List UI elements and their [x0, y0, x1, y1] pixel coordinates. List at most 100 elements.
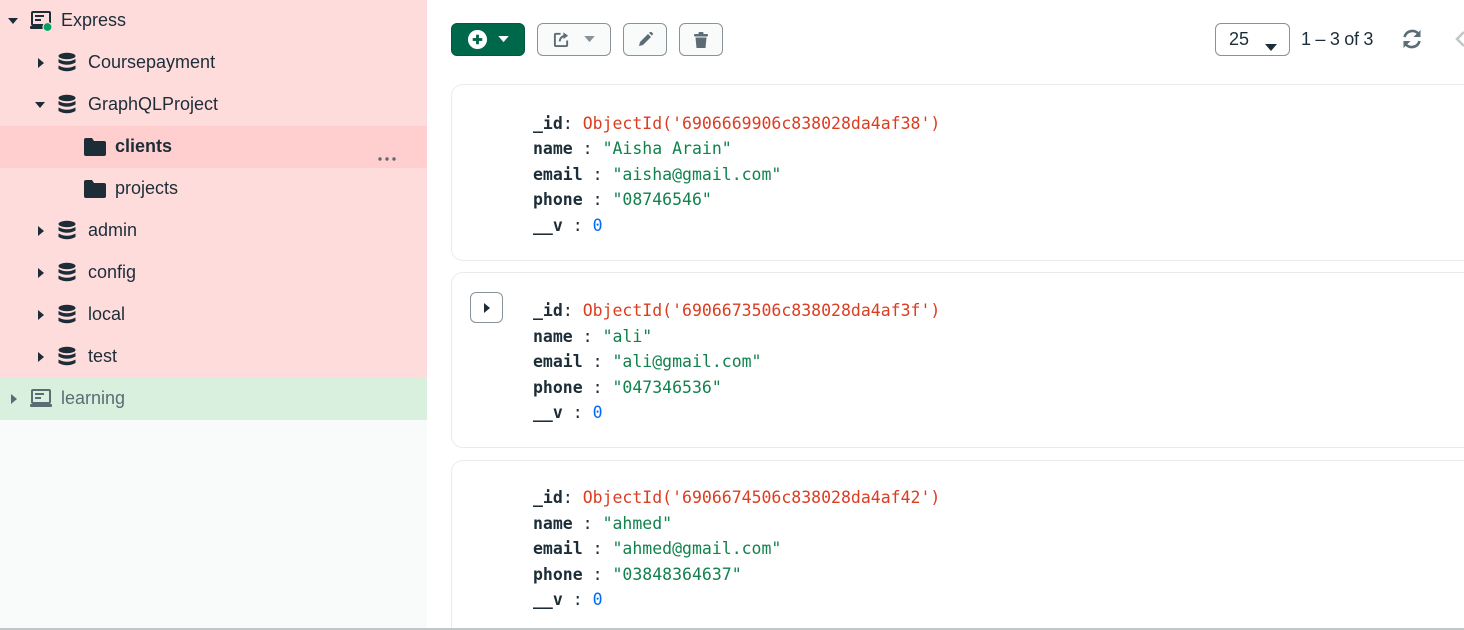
field-value[interactable]: "03848364637"	[612, 565, 741, 584]
pagination-text: 1 – 3 of 3	[1301, 29, 1374, 49]
field-key: phone	[533, 190, 583, 209]
field-separator: :	[562, 301, 583, 320]
field-key: phone	[533, 565, 583, 584]
field-value[interactable]: "047346536"	[612, 378, 721, 397]
database-config[interactable]: config	[0, 252, 427, 294]
caret-right-icon[interactable]	[35, 309, 47, 321]
field-key: name	[533, 514, 573, 533]
field-value[interactable]: "08746546"	[612, 190, 711, 209]
field-separator: :	[582, 190, 613, 209]
export-button[interactable]	[537, 23, 611, 56]
field-value[interactable]: "aisha@gmail.com"	[612, 165, 781, 184]
expand-document-button[interactable]	[470, 292, 503, 323]
laptop-icon	[30, 10, 54, 33]
folder-icon	[84, 180, 106, 198]
database-label: config	[88, 262, 137, 282]
delete-button[interactable]	[679, 23, 723, 56]
field-separator: :	[562, 403, 593, 422]
document-card[interactable]: _id: ObjectId('6906669906c838028da4af38'…	[451, 84, 1464, 261]
field-separator: :	[562, 590, 593, 609]
field-email: email : "ali@gmail.com"	[533, 351, 762, 373]
collection-label: clients	[115, 136, 173, 156]
field-value[interactable]: ObjectId('6906674506c838028da4af42')	[583, 488, 941, 507]
caret-right-icon	[483, 302, 491, 313]
field-key: email	[533, 352, 583, 371]
database-icon	[57, 220, 77, 242]
field-key: email	[533, 539, 583, 558]
field-value[interactable]: ObjectId('6906669906c838028da4af38')	[583, 114, 941, 133]
database-icon	[57, 346, 77, 368]
field-key: name	[533, 139, 573, 158]
database-icon	[57, 304, 77, 326]
ellipsis-icon[interactable]	[378, 145, 396, 161]
collection-label: projects	[115, 178, 179, 198]
caret-down-icon[interactable]	[7, 15, 19, 27]
database-admin[interactable]: admin	[0, 210, 427, 252]
field-email: email : "ahmed@gmail.com"	[533, 538, 781, 560]
field-id: _id: ObjectId('6906673506c838028da4af3f'…	[533, 300, 940, 322]
export-icon	[553, 31, 570, 48]
field-separator: :	[582, 378, 613, 397]
connection-learning[interactable]: learning	[0, 378, 427, 420]
field-name: name : "ahmed"	[533, 513, 672, 535]
document-card[interactable]: _id: ObjectId('6906673506c838028da4af3f'…	[451, 272, 1464, 448]
caret-down-icon[interactable]	[34, 99, 46, 111]
database-graphqlproject[interactable]: GraphQLProject	[0, 84, 427, 126]
field-value[interactable]: "ahmed@gmail.com"	[612, 539, 781, 558]
edit-button[interactable]	[623, 23, 667, 56]
connection-label: Express	[61, 10, 127, 30]
field-separator: :	[562, 488, 583, 507]
collection-clients[interactable]: clients	[0, 126, 427, 168]
caret-right-icon[interactable]	[35, 267, 47, 279]
database-icon	[57, 52, 77, 74]
chevron-down-icon	[498, 36, 509, 43]
refresh-icon[interactable]	[1400, 27, 1424, 51]
field-value[interactable]: "ali"	[603, 327, 653, 346]
field-key: _id	[533, 488, 563, 507]
field-id: _id: ObjectId('6906674506c838028da4af42'…	[533, 487, 940, 509]
document-card[interactable]: _id: ObjectId('6906674506c838028da4af42'…	[451, 460, 1464, 630]
database-local[interactable]: local	[0, 294, 427, 336]
field-separator: :	[582, 352, 613, 371]
previous-page-icon[interactable]	[1455, 30, 1464, 48]
trash-icon	[692, 31, 710, 49]
field-value[interactable]: "ahmed"	[603, 514, 673, 533]
field-value[interactable]: ObjectId('6906673506c838028da4af3f')	[583, 301, 941, 320]
field-separator: :	[572, 514, 603, 533]
field-value[interactable]: 0	[593, 403, 603, 422]
field-key: __v	[533, 216, 563, 235]
page-size-select[interactable]: 25	[1215, 23, 1290, 56]
database-label: GraphQLProject	[88, 94, 219, 114]
database-test[interactable]: test	[0, 336, 427, 378]
database-coursepayment[interactable]: Coursepayment	[0, 42, 427, 84]
connection-label: learning	[61, 388, 126, 408]
add-data-button[interactable]	[451, 23, 525, 56]
database-icon	[57, 94, 77, 116]
field-key: __v	[533, 403, 563, 422]
caret-right-icon[interactable]	[35, 351, 47, 363]
page-size-value: 25	[1229, 29, 1250, 49]
field-key: phone	[533, 378, 583, 397]
database-label: test	[88, 346, 118, 366]
field-value[interactable]: 0	[593, 216, 603, 235]
laptop-icon	[30, 388, 54, 410]
field-version: __v : 0	[533, 589, 603, 611]
field-separator: :	[582, 539, 613, 558]
chevron-down-icon	[584, 36, 595, 43]
field-key: email	[533, 165, 583, 184]
field-value[interactable]: "ali@gmail.com"	[612, 352, 761, 371]
plus-circle-icon	[467, 29, 488, 50]
caret-right-icon[interactable]	[35, 225, 47, 237]
caret-right-icon[interactable]	[35, 57, 47, 69]
field-value[interactable]: "Aisha Arain"	[603, 139, 732, 158]
caret-right-icon[interactable]	[8, 393, 20, 405]
field-separator: :	[582, 565, 613, 584]
connection-express[interactable]: Express	[0, 0, 427, 42]
field-value[interactable]: 0	[593, 590, 603, 609]
field-email: email : "aisha@gmail.com"	[533, 164, 781, 186]
field-separator: :	[572, 139, 603, 158]
chevron-down-icon	[1265, 36, 1277, 51]
collection-projects[interactable]: projects	[0, 168, 427, 210]
field-separator: :	[562, 216, 593, 235]
database-label: Coursepayment	[88, 52, 216, 72]
